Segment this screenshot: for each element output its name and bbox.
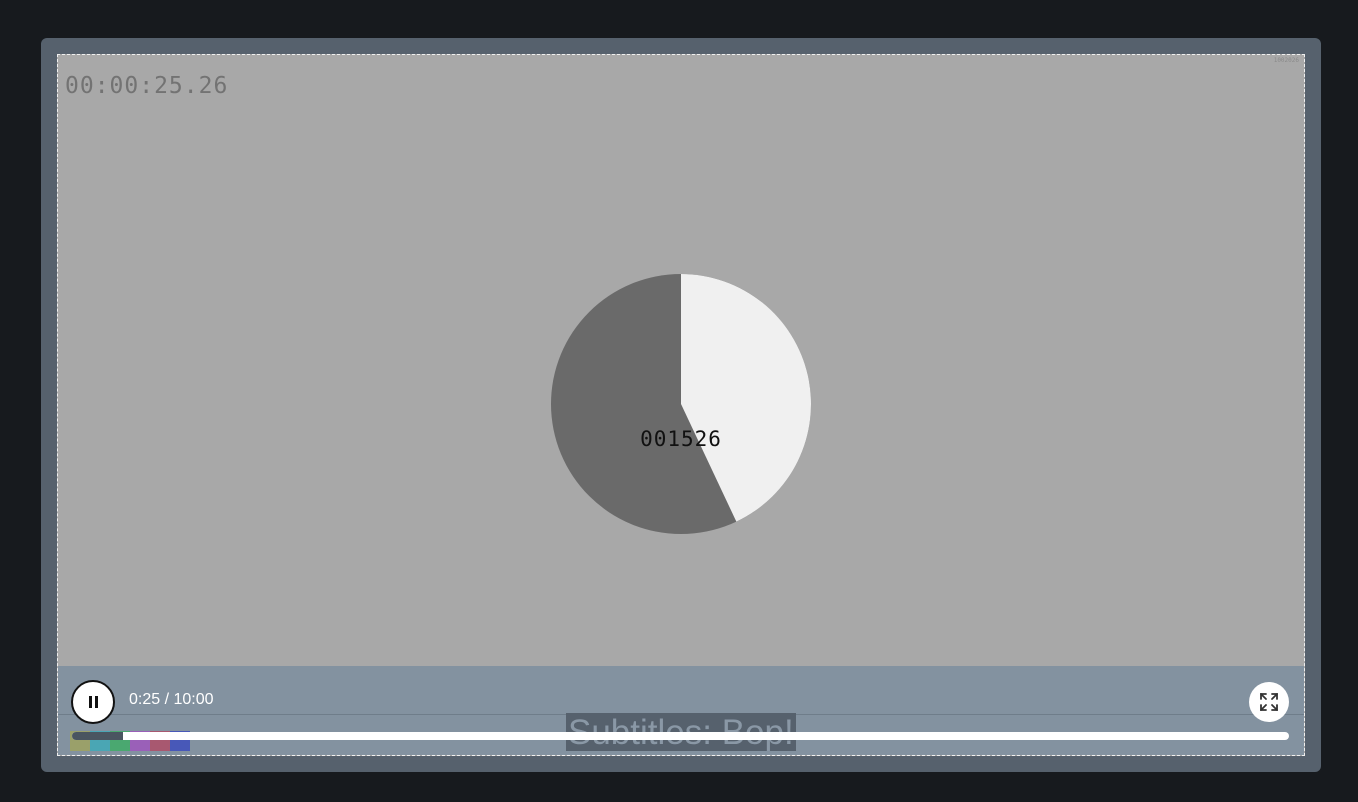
fullscreen-button[interactable] [1249, 682, 1289, 722]
progress-bar[interactable] [72, 732, 1289, 740]
video-viewport[interactable]: 00:00:25.26 1002026 001526 0:25 / 10:00 [57, 54, 1305, 756]
pause-icon [88, 696, 98, 708]
frame-counter: 001526 [640, 427, 722, 451]
progress-fill [72, 732, 124, 740]
video-player-frame: 00:00:25.26 1002026 001526 0:25 / 10:00 [41, 38, 1321, 772]
play-pause-button[interactable] [71, 680, 115, 724]
countdown-pie [551, 274, 811, 534]
fullscreen-icon [1260, 693, 1278, 711]
timecode-overlay: 00:00:25.26 [65, 73, 229, 99]
corner-label: 1002026 [1273, 57, 1299, 64]
time-display: 0:25 / 10:00 [129, 691, 214, 708]
player-control-bar: 0:25 / 10:00 Subtitles: Bop! [58, 666, 1304, 755]
